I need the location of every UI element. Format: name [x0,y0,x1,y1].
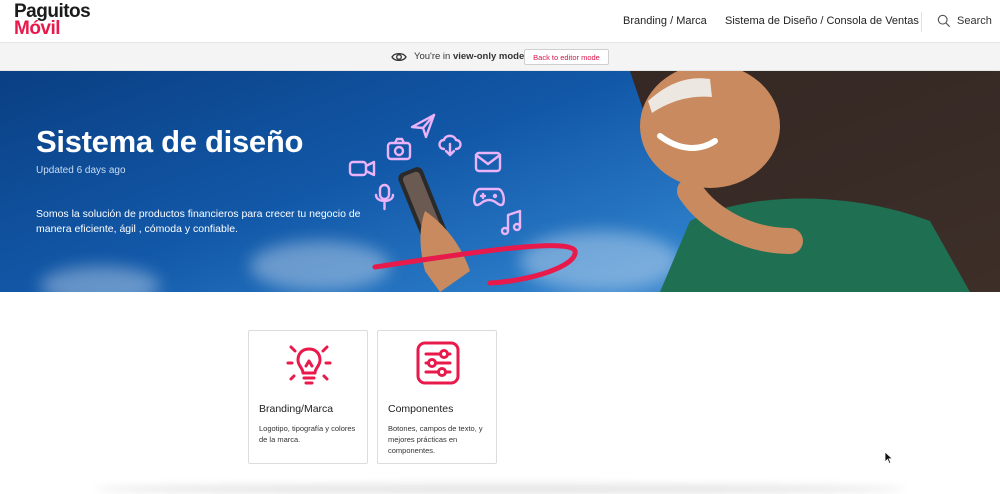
card-description: Botones, campos de texto, y mejores prác… [388,424,483,455]
sliders-icon [416,341,460,385]
nav-link-design-system[interactable]: Sistema de Diseño / Consola de Ventas [725,15,919,27]
updated-timestamp: Updated 6 days ago [36,165,126,176]
back-to-editor-button[interactable]: Back to editor mode [524,49,609,65]
card-title: Branding/Marca [259,403,334,415]
brand-logo[interactable]: Paguitos Móvil [14,2,91,39]
nav-link-branding[interactable]: Branding / Marca [623,15,707,27]
card-title: Componentes [388,403,454,415]
view-only-banner: You're in view-only mode Back to editor … [0,43,1000,71]
view-only-mode-label: view-only mode [452,51,525,62]
mouse-cursor-icon [884,451,893,464]
hero-banner: Sistema de diseño Updated 6 days ago Som… [0,71,1000,292]
card-description: Logotipo, tipografía y colores de la mar… [259,424,356,444]
page-title: Sistema de diseño [36,124,304,159]
hero-description: Somos la solución de productos financier… [36,208,361,235]
card-components[interactable]: Componentes Botones, campos de texto, y … [377,330,497,464]
content-shadow [95,484,905,494]
lightbulb-icon [286,345,332,385]
eye-icon [391,52,407,62]
search-button[interactable]: Search [937,13,992,29]
top-navigation: Paguitos Móvil Branding / Marca Sistema … [0,0,1000,43]
nav-divider [921,12,922,32]
search-label: Search [957,15,992,27]
card-branding[interactable]: Branding/Marca Logotipo, tipografía y co… [248,330,368,464]
view-only-message: You're in view-only mode [414,51,525,62]
brand-logo-line2: Móvil [14,18,61,39]
search-icon [937,14,951,28]
hero-illustration [348,71,1000,292]
